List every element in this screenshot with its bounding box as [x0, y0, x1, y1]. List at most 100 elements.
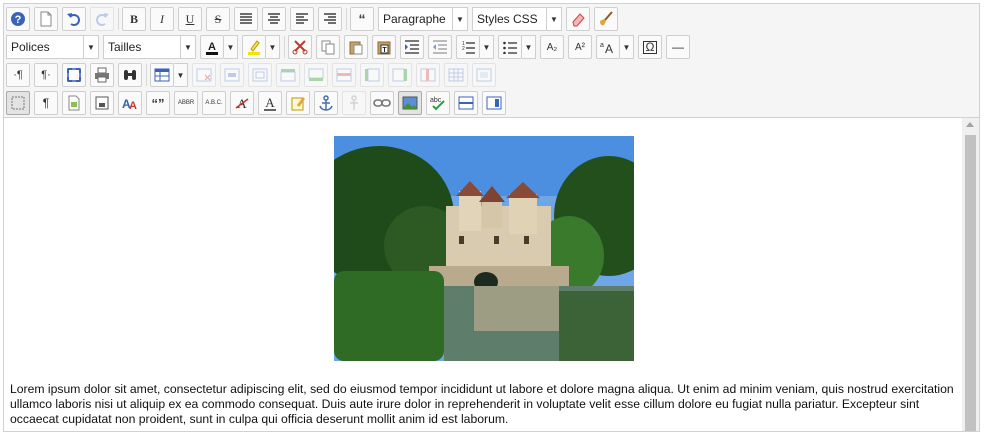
row-props-icon[interactable] [248, 63, 272, 87]
chevron-down-icon: ▼ [180, 36, 195, 58]
table-dropdown[interactable]: ▼ [174, 63, 188, 87]
acronym-button[interactable]: A.B.C. [202, 91, 226, 115]
ordered-list-dropdown[interactable]: ▼ [480, 35, 494, 59]
edit-form-icon[interactable] [286, 91, 310, 115]
rtl-button[interactable]: ¶· [34, 63, 58, 87]
table-icon[interactable] [150, 63, 174, 87]
print-icon[interactable] [90, 63, 114, 87]
format-select[interactable]: Paragraphe ▼ [378, 7, 468, 31]
indent-icon[interactable] [400, 35, 424, 59]
highlight-icon[interactable] [242, 35, 266, 59]
horizontal-rule-icon[interactable] [454, 91, 478, 115]
rich-text-editor: ? B I U S “ Paragraphe ▼ Styles CSS ▼ Po… [3, 3, 980, 432]
unlink-icon[interactable] [342, 91, 366, 115]
abbr-button[interactable]: ABBR [174, 91, 198, 115]
styles-select[interactable]: Styles CSS ▼ [472, 7, 562, 31]
highlight-dropdown[interactable]: ▼ [266, 35, 280, 59]
castle-photo[interactable] [334, 136, 634, 361]
bold-label: B [129, 11, 138, 26]
paste-word-icon[interactable]: T [372, 35, 396, 59]
scroll-thumb[interactable] [965, 135, 976, 431]
underline-text-icon[interactable]: A [258, 91, 282, 115]
text-color-dropdown[interactable]: ▼ [224, 35, 238, 59]
hr-button[interactable]: — [666, 35, 690, 59]
quote-button[interactable]: “” [146, 91, 170, 115]
svg-text:A: A [208, 41, 216, 53]
size-select-value: Tailles [108, 40, 142, 54]
blockquote-label: “ [358, 11, 366, 27]
insert-col-after-icon[interactable] [388, 63, 412, 87]
ltr-button[interactable]: ·¶ [6, 63, 30, 87]
toolbar-row-3: ·¶ ¶· ▼ [6, 62, 500, 88]
toolbar-row-4: ¶ AA “” ABBR A.B.C. A A [6, 90, 510, 116]
underline-button[interactable]: U [178, 7, 202, 31]
insert-row-after-icon[interactable] [304, 63, 328, 87]
template-icon[interactable] [62, 91, 86, 115]
hr-label: — [672, 40, 684, 54]
eraser-icon[interactable] [566, 7, 590, 31]
unordered-list-icon[interactable] [498, 35, 522, 59]
content-paragraph[interactable]: Lorem ipsum dolor sit amet, consectetur … [10, 382, 955, 427]
svg-text:2: 2 [462, 46, 465, 52]
ltr-label: ·¶ [13, 69, 23, 81]
svg-text:A: A [605, 42, 613, 55]
unordered-list-dropdown[interactable]: ▼ [522, 35, 536, 59]
delete-row-icon[interactable] [332, 63, 356, 87]
fullscreen-icon[interactable] [62, 63, 86, 87]
left-icon[interactable] [290, 7, 314, 31]
italic-button[interactable]: I [150, 7, 174, 31]
editor-content[interactable]: Lorem ipsum dolor sit amet, consectetur … [4, 118, 962, 431]
show-blocks-icon[interactable] [6, 91, 30, 115]
brush-icon[interactable] [594, 7, 618, 31]
right-icon[interactable] [318, 7, 342, 31]
subscript-label: A₂ [546, 41, 558, 53]
special-char-button[interactable]: Ω [638, 35, 662, 59]
media-icon[interactable] [482, 91, 506, 115]
undo-icon[interactable] [62, 7, 86, 31]
delete-table-icon[interactable] [192, 63, 216, 87]
outdent-icon[interactable] [428, 35, 452, 59]
help-icon[interactable]: ? [6, 7, 30, 31]
split-cells-icon[interactable] [444, 63, 468, 87]
cell-props-icon[interactable] [220, 63, 244, 87]
scroll-up-icon[interactable] [966, 122, 974, 127]
blockquote-button[interactable]: “ [350, 7, 374, 31]
font-select[interactable]: Polices ▼ [6, 35, 99, 59]
redo-icon[interactable] [90, 7, 114, 31]
styles-select-value: Styles CSS [477, 12, 538, 26]
merge-cells-icon[interactable] [472, 63, 496, 87]
link-icon[interactable] [370, 91, 394, 115]
find-icon[interactable] [118, 63, 142, 87]
vertical-scrollbar[interactable] [962, 118, 979, 431]
new-page-icon[interactable] [34, 7, 58, 31]
styles-apply-icon[interactable]: AA [118, 91, 142, 115]
save-icon[interactable] [90, 91, 114, 115]
show-source-button[interactable]: ¶ [34, 91, 58, 115]
text-color-icon[interactable]: A [200, 35, 224, 59]
paste-icon[interactable] [344, 35, 368, 59]
insert-col-before-icon[interactable] [360, 63, 384, 87]
font-size-icon[interactable]: aA [596, 35, 620, 59]
insert-row-before-icon[interactable] [276, 63, 300, 87]
superscript-button[interactable]: A² [568, 35, 592, 59]
cut-icon[interactable] [288, 35, 312, 59]
copy-icon[interactable] [316, 35, 340, 59]
center-icon[interactable] [262, 7, 286, 31]
size-select[interactable]: Tailles ▼ [103, 35, 196, 59]
strike-button[interactable]: S [206, 7, 230, 31]
remove-format-icon[interactable]: A [230, 91, 254, 115]
font-size-dropdown[interactable]: ▼ [620, 35, 634, 59]
delete-col-icon[interactable] [416, 63, 440, 87]
anchor-icon[interactable] [314, 91, 338, 115]
justify-icon[interactable] [234, 7, 258, 31]
font-select-value: Polices [11, 40, 50, 54]
subscript-button[interactable]: A₂ [540, 35, 564, 59]
bold-button[interactable]: B [122, 7, 146, 31]
omega-label: Ω [642, 40, 658, 54]
pilcrow-label: ¶ [42, 96, 50, 110]
spellcheck-icon[interactable]: abc [426, 91, 450, 115]
strike-label: S [214, 11, 222, 26]
image-icon[interactable] [398, 91, 422, 115]
ordered-list-icon[interactable]: 12 [456, 35, 480, 59]
format-select-value: Paragraphe [383, 12, 446, 26]
